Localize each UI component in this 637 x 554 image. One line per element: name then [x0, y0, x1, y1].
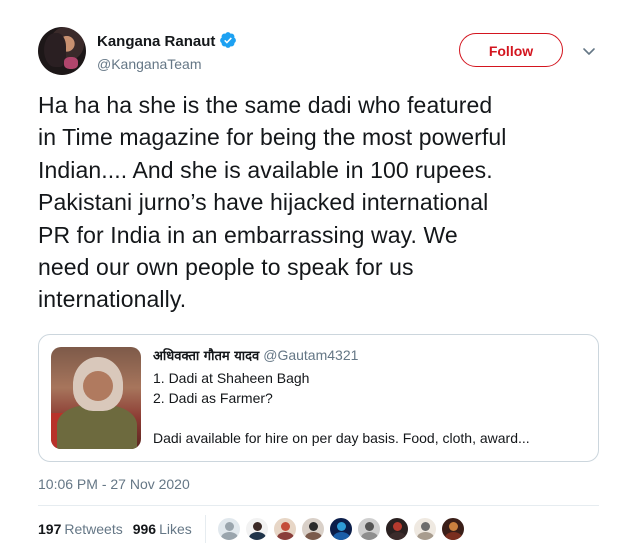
tweet-text-line: PR for India in an embarrassing way. We	[38, 221, 458, 248]
retweets-label: Retweets	[64, 521, 123, 537]
liker-avatar-3[interactable]	[273, 517, 297, 541]
quoted-tweet-line: 1. Dadi at Shaheen Bagh	[153, 370, 310, 386]
liker-avatar-6[interactable]	[357, 517, 381, 541]
avatar-head-shape	[225, 522, 234, 531]
quoted-tweet-card[interactable]: अधिवक्ता गौतम यादव @Gautam4321 1. Dadi at…	[38, 334, 599, 462]
photo-shape	[83, 371, 113, 401]
tweet-text: Ha ha ha she is the same dadi who featur…	[38, 89, 628, 316]
avatar-accent-shape	[64, 57, 78, 69]
likes-stat[interactable]: 996 Likes	[133, 521, 192, 537]
avatar-head-shape	[253, 522, 262, 531]
liker-avatar-8[interactable]	[413, 517, 437, 541]
retweets-count: 197	[38, 521, 62, 537]
chevron-down-icon[interactable]	[581, 43, 597, 59]
quoted-tweet-line: Dadi available for hire on per day basis…	[153, 430, 530, 446]
avatar-body-shape	[361, 532, 378, 540]
tweet-text-line: Ha ha ha she is the same dadi who featur…	[38, 92, 493, 118]
quoted-tweet-header: अधिवक्ता गौतम यादव @Gautam4321	[153, 345, 588, 367]
avatar-head-shape	[421, 522, 430, 531]
quoted-tweet-line	[153, 408, 588, 428]
avatar-head-shape	[365, 522, 374, 531]
avatar-body-shape	[445, 532, 462, 540]
author-display-name[interactable]: Kangana Ranaut	[97, 31, 237, 51]
author-name-text: Kangana Ranaut	[97, 33, 216, 50]
avatar-head-shape	[309, 522, 318, 531]
tweet-text-line: in Time magazine for being the most powe…	[38, 124, 507, 151]
author-avatar[interactable]	[38, 27, 86, 75]
tweet-stats: 197 Retweets 996 Likes	[38, 519, 192, 539]
tweet-text-line: need our own people to speak for us	[38, 254, 414, 281]
avatar-body-shape	[249, 532, 266, 540]
avatar-head-shape	[393, 522, 402, 531]
quoted-tweet-line: 2. Dadi as Farmer?	[153, 390, 273, 406]
divider	[38, 505, 599, 506]
liker-avatar-5[interactable]	[329, 517, 353, 541]
quoted-author-handle[interactable]: @Gautam4321	[263, 347, 358, 363]
quoted-tweet-body: अधिवक्ता गौतम यादव @Gautam4321 1. Dadi at…	[153, 345, 588, 448]
avatar-head-shape	[281, 522, 290, 531]
avatar-head-shape	[449, 522, 458, 531]
liker-avatar-4[interactable]	[301, 517, 325, 541]
avatar-hair-shape	[44, 33, 66, 67]
retweets-stat[interactable]: 197 Retweets	[38, 521, 123, 537]
tweet-text-line: internationally.	[38, 286, 187, 313]
verified-badge-icon	[220, 32, 237, 48]
quoted-tweet-photo[interactable]	[51, 347, 141, 449]
likes-count: 996	[132, 521, 157, 537]
quoted-author-name[interactable]: अधिवक्ता गौतम यादव	[153, 349, 259, 364]
liker-avatar-1[interactable]	[217, 517, 241, 541]
avatar-head-shape	[337, 522, 346, 531]
avatar-body-shape	[333, 532, 350, 540]
liker-avatar-2[interactable]	[245, 517, 269, 541]
liker-avatar-7[interactable]	[385, 517, 409, 541]
avatar-body-shape	[221, 532, 238, 540]
author-handle[interactable]: @KanganaTeam	[97, 55, 202, 73]
photo-shape	[57, 405, 137, 449]
avatar-body-shape	[277, 532, 294, 540]
avatar-body-shape	[305, 532, 322, 540]
tweet-text-line: Pakistani jurno’s have hijacked internat…	[38, 189, 489, 216]
follow-button[interactable]: Follow	[459, 33, 563, 67]
stats-divider	[205, 515, 206, 543]
liker-avatar-9[interactable]	[441, 517, 465, 541]
likes-label: Likes	[159, 521, 192, 537]
tweet-timestamp[interactable]: 10:06 PM - 27 Nov 2020	[38, 475, 190, 493]
avatar-body-shape	[389, 532, 406, 540]
avatar-body-shape	[417, 532, 434, 540]
tweet-text-line: Indian.... And she is available in 100 r…	[38, 156, 493, 183]
